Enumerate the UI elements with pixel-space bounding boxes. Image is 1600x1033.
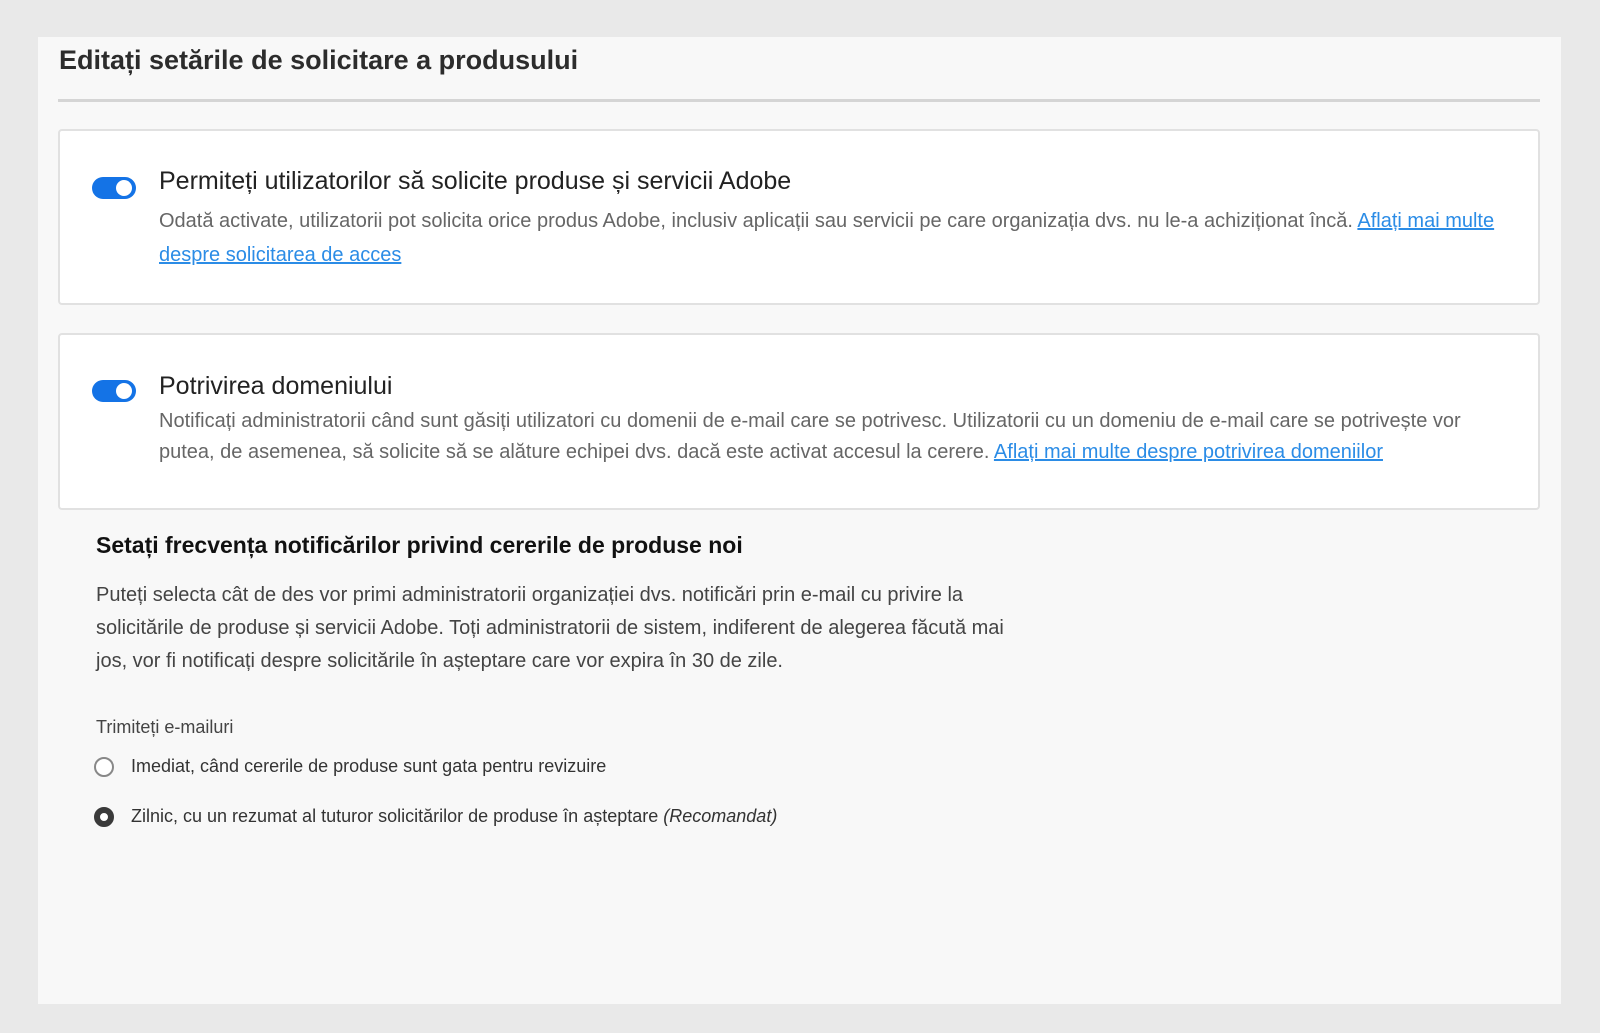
domain-matching-card: Potrivirea domeniului Notificați adminis… [58, 333, 1540, 510]
settings-panel: Editați setările de solicitare a produsu… [38, 37, 1561, 1004]
request-access-description: Odată activate, utilizatorii pot solicit… [159, 204, 1519, 272]
send-emails-label: Trimiteți e-mailuri [96, 717, 234, 737]
request-access-description-text: Odată activate, utilizatorii pot solicit… [159, 210, 1353, 232]
notification-frequency-title: Setați frecvența notificărilor privind c… [96, 532, 743, 558]
domain-matching-heading: Potrivirea domeniului [159, 372, 393, 400]
toggle-knob [116, 180, 132, 196]
domain-matching-learn-more-link[interactable]: Aflați mai multe despre potrivirea domen… [994, 441, 1383, 463]
page-title: Editați setările de solicitare a produsu… [59, 45, 579, 75]
title-divider [58, 99, 1540, 102]
radio-option-immediately[interactable]: Imediat, când cererile de produse sunt g… [94, 756, 606, 777]
radio-button-immediately[interactable] [94, 756, 114, 777]
radio-label-daily: Zilnic, cu un rezumat al tuturor solicit… [131, 806, 777, 827]
radio-option-daily[interactable]: Zilnic, cu un rezumat al tuturor solicit… [94, 806, 777, 827]
toggle-knob [116, 383, 132, 399]
recommended-tag: (Recomandat) [663, 806, 778, 826]
request-access-card: Permiteți utilizatorilor să solicite pro… [58, 129, 1540, 305]
radio-label-daily-text: Zilnic, cu un rezumat al tuturor solicit… [131, 806, 659, 826]
notification-frequency-description: Puteți selecta cât de des vor primi admi… [96, 584, 1004, 672]
domain-matching-description: Notificați administratorii când sunt găs… [159, 406, 1519, 468]
radio-label-immediately: Imediat, când cererile de produse sunt g… [131, 756, 607, 776]
request-access-toggle[interactable] [92, 177, 136, 199]
radio-button-daily[interactable] [94, 806, 114, 827]
request-access-heading: Permiteți utilizatorilor să solicite pro… [159, 167, 792, 195]
domain-matching-toggle[interactable] [92, 380, 136, 402]
